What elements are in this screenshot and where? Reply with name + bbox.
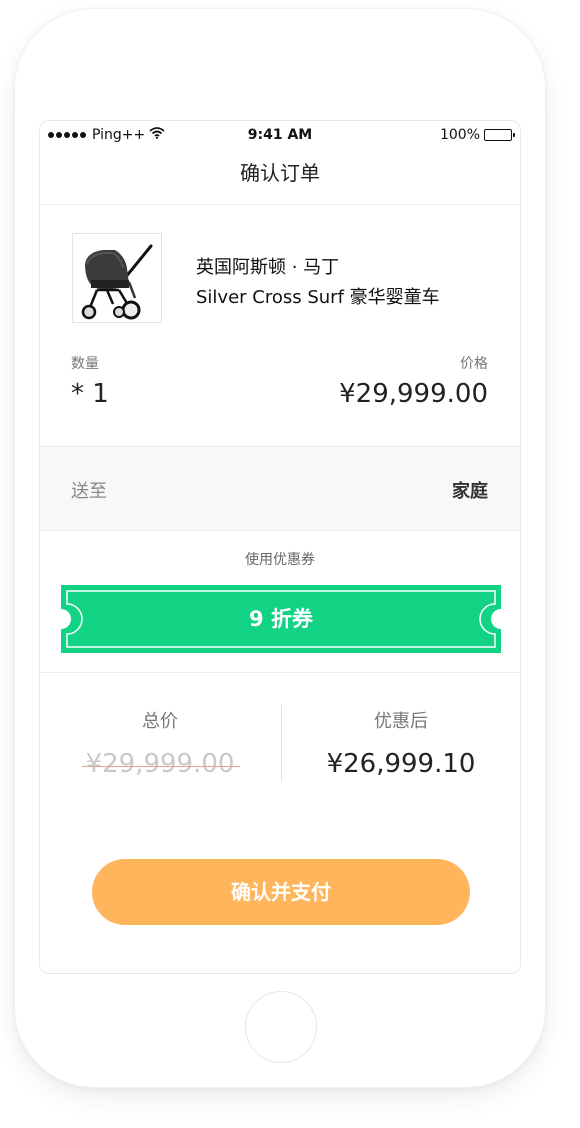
baby-stroller-image	[72, 233, 162, 323]
shipping-label: 送至	[71, 481, 107, 502]
home-button[interactable]	[245, 991, 317, 1063]
price-value: ¥29,999.00	[339, 379, 488, 409]
app-screen: Ping++ 9:41 AM 100% 确认订单 英国阿斯顿 · 马丁 Silv…	[39, 120, 521, 974]
discounted-total-value: ¥26,999.10	[326, 749, 476, 779]
price-label: 价格	[460, 356, 488, 372]
quantity-label: 数量	[71, 356, 99, 372]
shipping-row[interactable]: 送至 家庭	[40, 447, 520, 531]
coupon-section: 使用优惠券 9 折券	[40, 531, 520, 673]
product-subtitle: Silver Cross Surf 豪华婴童车	[196, 287, 440, 308]
battery-icon	[484, 129, 515, 141]
discounted-total-label: 优惠后	[374, 711, 428, 732]
confirm-and-pay-button[interactable]: 确认并支付	[92, 859, 470, 925]
original-total-value: ¥29,999.00	[81, 749, 241, 779]
totals-section: 总价 ¥29,999.00 优惠后 ¥26,999.10	[40, 673, 520, 823]
shipping-value: 家庭	[452, 481, 488, 502]
coupon-ticket[interactable]: 9 折券	[61, 585, 501, 653]
page-title: 确认订单	[40, 151, 520, 205]
coupon-section-title: 使用优惠券	[245, 552, 315, 568]
original-total: 总价 ¥29,999.00	[40, 707, 280, 779]
quantity-value: * 1	[71, 379, 109, 409]
product-name: 英国阿斯顿 · 马丁	[196, 257, 340, 278]
product-card: 英国阿斯顿 · 马丁 Silver Cross Surf 豪华婴童车 数量 * …	[40, 205, 520, 447]
discounted-total: 优惠后 ¥26,999.10	[281, 707, 520, 779]
original-total-label: 总价	[142, 711, 178, 732]
battery-percent: 100%	[439, 127, 480, 143]
coupon-label[interactable]: 9 折券	[61, 585, 501, 653]
status-bar: Ping++ 9:41 AM 100%	[40, 121, 520, 151]
status-right: 100%	[439, 127, 515, 143]
